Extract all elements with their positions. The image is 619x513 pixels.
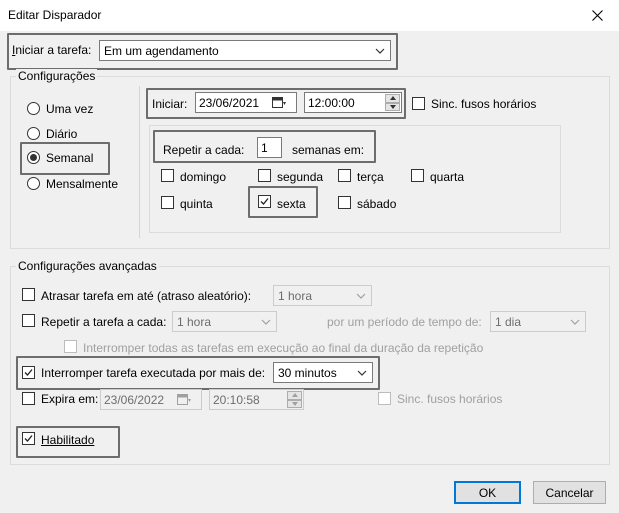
checkmark-icon xyxy=(24,369,33,376)
stop-all-checkbox[interactable] xyxy=(64,340,77,353)
chevron-down-icon xyxy=(375,48,385,54)
day-saturday-label: sábado xyxy=(357,197,397,211)
stop-longer-checkbox[interactable] xyxy=(22,366,35,379)
day-monday-checkbox[interactable] xyxy=(258,169,271,182)
start-task-value: Em um agendamento xyxy=(104,43,219,58)
chevron-down-icon xyxy=(570,319,580,325)
start-label: Iniciar: xyxy=(152,97,188,111)
chevron-up-icon xyxy=(389,96,396,101)
repeat-value-field[interactable]: 1 xyxy=(257,137,282,158)
checkmark-icon xyxy=(24,435,33,442)
window-title: Editar Disparador xyxy=(8,8,102,22)
radio-daily-label: Diário xyxy=(46,127,78,141)
start-date-value: 23/06/2021 xyxy=(199,95,260,110)
repeat-task-label: Repetir a tarefa a cada: xyxy=(41,315,167,329)
radio-daily[interactable] xyxy=(27,127,40,140)
expire-time-value: 20:10:58 xyxy=(213,392,260,407)
day-tuesday-checkbox[interactable] xyxy=(338,169,351,182)
checkmark-icon xyxy=(260,198,269,205)
expire-date-picker[interactable]: 23/06/2022 xyxy=(100,389,202,410)
day-sunday-label: domingo xyxy=(180,170,227,184)
settings-legend: Configurações xyxy=(16,69,98,83)
chevron-down-icon xyxy=(357,370,367,376)
radio-monthly-label: Mensalmente xyxy=(46,177,119,191)
cancel-button[interactable]: Cancelar xyxy=(533,481,606,504)
radio-weekly[interactable] xyxy=(27,151,40,164)
spin-up-button[interactable] xyxy=(385,94,400,103)
enabled-checkbox[interactable] xyxy=(22,432,35,445)
day-tuesday-label: terça xyxy=(357,170,384,184)
stop-longer-select[interactable]: 30 minutos xyxy=(273,362,373,383)
vertical-separator xyxy=(139,86,140,238)
spin-up-button[interactable] xyxy=(287,391,302,400)
sync-timezones-label: Sinc. fusos horários xyxy=(431,97,537,111)
spin-down-button[interactable] xyxy=(287,399,302,408)
chevron-down-icon xyxy=(389,104,396,109)
start-time-field[interactable]: 12:00:00 xyxy=(304,92,402,113)
day-wednesday-label: quarta xyxy=(430,170,465,184)
stop-longer-label: Interromper tarefa executada por mais de… xyxy=(41,366,266,380)
close-button[interactable] xyxy=(575,0,619,31)
calendar-icon xyxy=(177,394,191,405)
duration-value: 1 dia xyxy=(495,314,522,329)
expire-label: Expira em: xyxy=(41,392,99,406)
radio-weekly-label: Semanal xyxy=(46,151,94,165)
delay-value: 1 hora xyxy=(278,288,313,303)
expire-checkbox[interactable] xyxy=(22,392,35,405)
radio-monthly[interactable] xyxy=(27,177,40,190)
time-spinner[interactable] xyxy=(385,94,400,111)
day-friday-checkbox[interactable] xyxy=(258,195,271,208)
delay-select[interactable]: 1 hora xyxy=(273,285,372,306)
day-thursday-label: quinta xyxy=(180,197,213,211)
day-monday-label: segunda xyxy=(277,170,324,184)
start-task-label: Iniciar a tarefa: xyxy=(12,43,92,57)
chevron-up-icon xyxy=(291,393,298,398)
ok-button[interactable]: OK xyxy=(454,481,521,504)
delay-label: Atrasar tarefa em até (atraso aleatório)… xyxy=(41,289,252,303)
stop-all-label: Interromper todas as tarefas em execução… xyxy=(83,341,484,355)
start-task-select[interactable]: Em um agendamento xyxy=(99,40,391,61)
day-thursday-checkbox[interactable] xyxy=(161,196,174,209)
expire-time-field[interactable]: 20:10:58 xyxy=(209,389,304,410)
repeat-task-select[interactable]: 1 hora xyxy=(172,311,277,332)
chevron-down-icon xyxy=(261,319,271,325)
chevron-down-icon xyxy=(356,293,366,299)
chevron-down-icon xyxy=(291,401,298,406)
repeat-task-value: 1 hora xyxy=(177,314,212,329)
delay-checkbox[interactable] xyxy=(22,288,35,301)
calendar-icon xyxy=(272,97,286,108)
expire-time-spinner[interactable] xyxy=(287,391,302,408)
repeat-unit-label: semanas em: xyxy=(292,143,365,157)
spin-down-button[interactable] xyxy=(385,102,400,111)
repeat-task-checkbox[interactable] xyxy=(22,314,35,327)
expire-sync-checkbox[interactable] xyxy=(378,392,391,405)
repeat-value: 1 xyxy=(261,140,268,155)
radio-once[interactable] xyxy=(27,102,40,115)
day-sunday-checkbox[interactable] xyxy=(161,169,174,182)
title-bar: Editar Disparador xyxy=(0,0,619,31)
start-date-picker[interactable]: 23/06/2021 xyxy=(195,92,297,113)
start-time-value: 12:00:00 xyxy=(308,95,355,110)
edit-trigger-dialog: Editar Disparador Iniciar a tarefa: Em u… xyxy=(0,0,619,513)
repeat-label: Repetir a cada: xyxy=(163,143,245,157)
duration-select[interactable]: 1 dia xyxy=(490,311,586,332)
day-friday-label: sexta xyxy=(277,197,306,211)
expire-sync-label: Sinc. fusos horários xyxy=(397,392,503,406)
stop-longer-value: 30 minutos xyxy=(278,365,337,380)
day-wednesday-checkbox[interactable] xyxy=(411,169,424,182)
radio-selected-dot xyxy=(30,154,37,161)
radio-once-label: Uma vez xyxy=(46,102,94,116)
enabled-label: Habilitado xyxy=(41,433,95,447)
close-icon xyxy=(591,10,603,21)
advanced-legend: Configurações avançadas xyxy=(16,259,159,273)
day-saturday-checkbox[interactable] xyxy=(338,196,351,209)
duration-label: por um período de tempo de: xyxy=(327,315,482,329)
sync-timezones-checkbox[interactable] xyxy=(412,97,425,110)
expire-date-value: 23/06/2022 xyxy=(104,392,165,407)
